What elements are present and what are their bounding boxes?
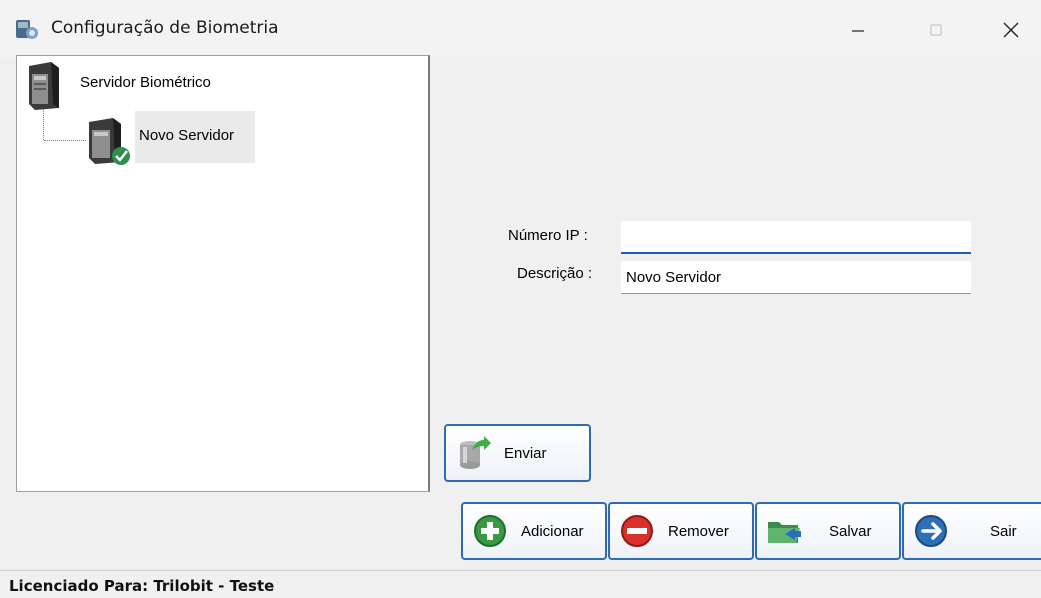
exit-button[interactable]: Sair <box>902 502 1041 560</box>
send-button[interactable]: Enviar <box>444 424 591 482</box>
remove-button[interactable]: Remover <box>608 502 754 560</box>
server-icon <box>29 62 59 110</box>
add-button[interactable]: Adicionar <box>461 502 607 560</box>
remove-button-label: Remover <box>668 522 729 540</box>
save-button-label: Salvar <box>829 522 872 540</box>
save-folder-icon <box>768 522 801 543</box>
close-icon <box>1003 22 1019 38</box>
server-connected-icon <box>89 118 130 165</box>
title-bar: Configuração de Biometria <box>0 0 1041 58</box>
save-button[interactable]: Salvar <box>755 502 901 560</box>
close-button[interactable] <box>981 8 1041 52</box>
biometry-app-icon <box>16 20 38 39</box>
server-tree[interactable]: Servidor Biométrico Novo Servidor <box>16 55 430 492</box>
biometry-config-window: Configuração de Biometria Servidor Biomé… <box>0 0 1041 598</box>
add-button-label: Adicionar <box>521 522 584 540</box>
minimize-icon <box>852 30 864 32</box>
ip-input[interactable] <box>621 221 971 254</box>
maximize-button[interactable] <box>906 8 966 52</box>
window-title: Configuração de Biometria <box>51 18 279 38</box>
description-label: Descrição : <box>517 265 593 282</box>
description-input[interactable] <box>621 261 971 294</box>
minimize-button[interactable] <box>828 8 888 52</box>
ip-label: Número IP : <box>508 227 588 244</box>
exit-button-label: Sair <box>990 522 1017 540</box>
exit-icon <box>915 515 947 547</box>
send-icon <box>460 436 491 469</box>
remove-icon <box>621 515 653 547</box>
tree-node-label: Novo Servidor <box>135 111 255 163</box>
status-bar: Licenciado Para: Trilobit - Teste <box>0 570 1041 598</box>
license-status: Licenciado Para: Trilobit - Teste <box>9 577 275 595</box>
add-icon <box>474 515 506 547</box>
send-button-label: Enviar <box>504 444 547 462</box>
tree-node-label: Servidor Biométrico <box>80 74 211 91</box>
maximize-icon <box>930 24 942 36</box>
